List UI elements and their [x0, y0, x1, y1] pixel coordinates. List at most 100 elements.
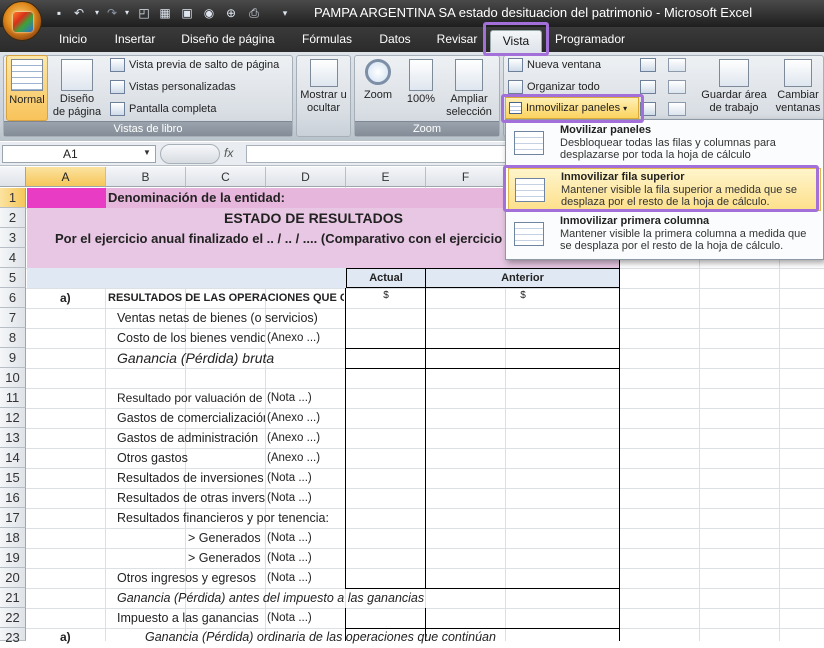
custom-views-button[interactable]: Vistas personalizadas	[110, 77, 236, 97]
row-header-12[interactable]: 12	[0, 408, 26, 428]
row-header-1[interactable]: 1	[0, 188, 26, 208]
zoom-100-button[interactable]: 100%	[402, 55, 440, 106]
print-icon[interactable]: ⎙	[246, 5, 262, 21]
cell-c18[interactable]: > Generados por activos	[188, 529, 265, 548]
row-header-20[interactable]: 20	[0, 568, 26, 588]
cell-d16[interactable]: (Nota ...)	[267, 489, 345, 508]
column-header-f[interactable]: F	[426, 167, 506, 187]
cell-d22[interactable]: (Nota ...)	[267, 609, 345, 628]
redo-icon[interactable]: ↷	[105, 5, 119, 21]
redo-dropdown-icon[interactable]: ▾	[122, 5, 132, 21]
new-window-button[interactable]: Nueva ventana	[508, 55, 601, 75]
row-header-3[interactable]: 3	[0, 228, 26, 248]
cell-b21[interactable]: Ganancia (Pérdida) antes del impuesto a …	[117, 589, 537, 608]
column-header-b[interactable]: B	[106, 167, 186, 187]
row-header-21[interactable]: 21	[0, 588, 26, 608]
cell-b17[interactable]: Resultados financieros y por tenencia:	[117, 509, 345, 528]
row-header-18[interactable]: 18	[0, 528, 26, 548]
cell-b15[interactable]: Resultados de inversiones en entes relac…	[117, 469, 265, 488]
cell-a6[interactable]: a)	[60, 289, 71, 308]
row-header-9[interactable]: 9	[0, 348, 26, 368]
office-button[interactable]	[2, 1, 42, 41]
tab-formulas[interactable]: Fórmulas	[292, 27, 362, 52]
select-all-corner[interactable]	[0, 167, 26, 187]
hide-window-icon[interactable]	[640, 80, 656, 94]
undo-icon[interactable]: ↶	[72, 5, 86, 21]
cell-d19[interactable]: (Nota ...)	[267, 549, 345, 568]
print-preview-icon[interactable]: ▣	[180, 5, 194, 21]
row-header-22[interactable]: 22	[0, 608, 26, 628]
header-actual[interactable]: Actual	[346, 268, 426, 288]
new-doc-icon[interactable]: ◰	[137, 5, 151, 21]
row-header-23[interactable]: 23	[0, 628, 26, 645]
reset-position-icon[interactable]	[668, 102, 686, 116]
zoom-button[interactable]: Zoom	[358, 55, 398, 102]
row-header-5[interactable]: 5	[0, 268, 26, 288]
row-header-6[interactable]: 6	[0, 288, 26, 308]
show-hide-button[interactable]: Mostrar u ocultar	[296, 55, 351, 115]
column-header-d[interactable]: D	[266, 167, 346, 187]
row-header-15[interactable]: 15	[0, 468, 26, 488]
cell-b11[interactable]: Resultado por valuación de bienes de cam…	[117, 389, 265, 408]
cell-b7[interactable]: Ventas netas de bienes (o servicios)	[117, 309, 345, 328]
tab-datos[interactable]: Datos	[370, 27, 420, 52]
column-header-c[interactable]: C	[186, 167, 266, 187]
cell-d15[interactable]: (Nota ...)	[267, 469, 345, 488]
cell-b23[interactable]: Ganancia (Pérdida) ordinaria de las oper…	[145, 628, 505, 647]
cell-b8[interactable]: Costo de los bienes vendidos	[117, 329, 265, 348]
insert-function-icon[interactable]: fx	[224, 146, 233, 160]
cell-d20[interactable]: (Nota ...)	[267, 569, 345, 588]
tab-inicio[interactable]: Inicio	[48, 27, 98, 52]
side-by-side-icon[interactable]	[668, 58, 686, 72]
row-header-11[interactable]: 11	[0, 388, 26, 408]
cell-b22[interactable]: Impuesto a las ganancias	[117, 609, 265, 628]
cell-d13[interactable]: (Anexo ...)	[267, 429, 345, 448]
switch-windows-button[interactable]: Cambiar ventanas	[772, 55, 824, 115]
page-break-preview-button[interactable]: Vista previa de salto de página	[110, 55, 279, 75]
row-header-7[interactable]: 7	[0, 308, 26, 328]
table-icon[interactable]: ▦	[158, 5, 172, 21]
row-header-13[interactable]: 13	[0, 428, 26, 448]
name-box[interactable]: A1	[2, 145, 156, 163]
cell-b20[interactable]: Otros ingresos y egresos	[117, 569, 265, 588]
cell-b9[interactable]: Ganancia (Pérdida) bruta	[117, 348, 345, 368]
cell-d11[interactable]: (Nota ...)	[267, 389, 345, 408]
row-header-2[interactable]: 2	[0, 208, 26, 228]
plus-icon[interactable]: ⊕	[224, 5, 238, 21]
bullet-icon[interactable]: ◉	[202, 5, 216, 21]
cell-a23[interactable]: a)	[60, 628, 71, 647]
cell-a1-fill[interactable]	[27, 188, 106, 208]
cell-b13[interactable]: Gastos de administración	[117, 429, 265, 448]
save-icon[interactable]: ▪	[52, 5, 66, 21]
column-header-a[interactable]: A	[26, 167, 106, 187]
tab-revisar[interactable]: Revisar	[428, 27, 486, 52]
sync-scroll-icon[interactable]	[668, 80, 686, 94]
cell-d12[interactable]: (Anexo ...)	[267, 409, 345, 428]
cell-d8[interactable]: (Anexo ...)	[267, 329, 345, 348]
row-header-4[interactable]: 4	[0, 248, 26, 268]
save-workspace-button[interactable]: Guardar área de trabajo	[698, 55, 770, 115]
menu-item-unfreeze-panes[interactable]: Movilizar paneles Desbloquear todas las …	[508, 122, 821, 165]
row-header-17[interactable]: 17	[0, 508, 26, 528]
cell-e6[interactable]: $	[346, 286, 426, 305]
undo-dropdown-icon[interactable]: ▾	[92, 5, 102, 21]
formula-bar-handle[interactable]	[160, 144, 220, 164]
row-header-16[interactable]: 16	[0, 488, 26, 508]
cell-b16[interactable]: Resultados de otras inversiones	[117, 489, 265, 508]
tab-insertar[interactable]: Insertar	[104, 27, 166, 52]
page-layout-button[interactable]: Diseño de página	[50, 55, 104, 119]
cell-b6[interactable]: RESULTADOS DE LAS OPERACIONES QUE CONTIN…	[108, 289, 344, 308]
cell-b12[interactable]: Gastos de comercialización	[117, 409, 265, 428]
cell-c19[interactable]: > Generados por pasivos	[188, 549, 265, 568]
name-box-dropdown-icon[interactable]: ▼	[143, 148, 151, 157]
menu-item-freeze-first-column[interactable]: Inmovilizar primera columna Mantener vis…	[508, 213, 821, 256]
cell-b14[interactable]: Otros gastos	[117, 449, 265, 468]
cell-d14[interactable]: (Anexo ...)	[267, 449, 345, 468]
cell-d18[interactable]: (Nota ...)	[267, 529, 345, 548]
row-header-10[interactable]: 10	[0, 368, 26, 388]
cell-f6[interactable]: $	[426, 286, 620, 305]
customize-icon[interactable]: ▾	[280, 5, 290, 21]
split-icon[interactable]	[640, 58, 656, 72]
tab-programador[interactable]: Programador	[550, 27, 630, 52]
row-header-8[interactable]: 8	[0, 328, 26, 348]
